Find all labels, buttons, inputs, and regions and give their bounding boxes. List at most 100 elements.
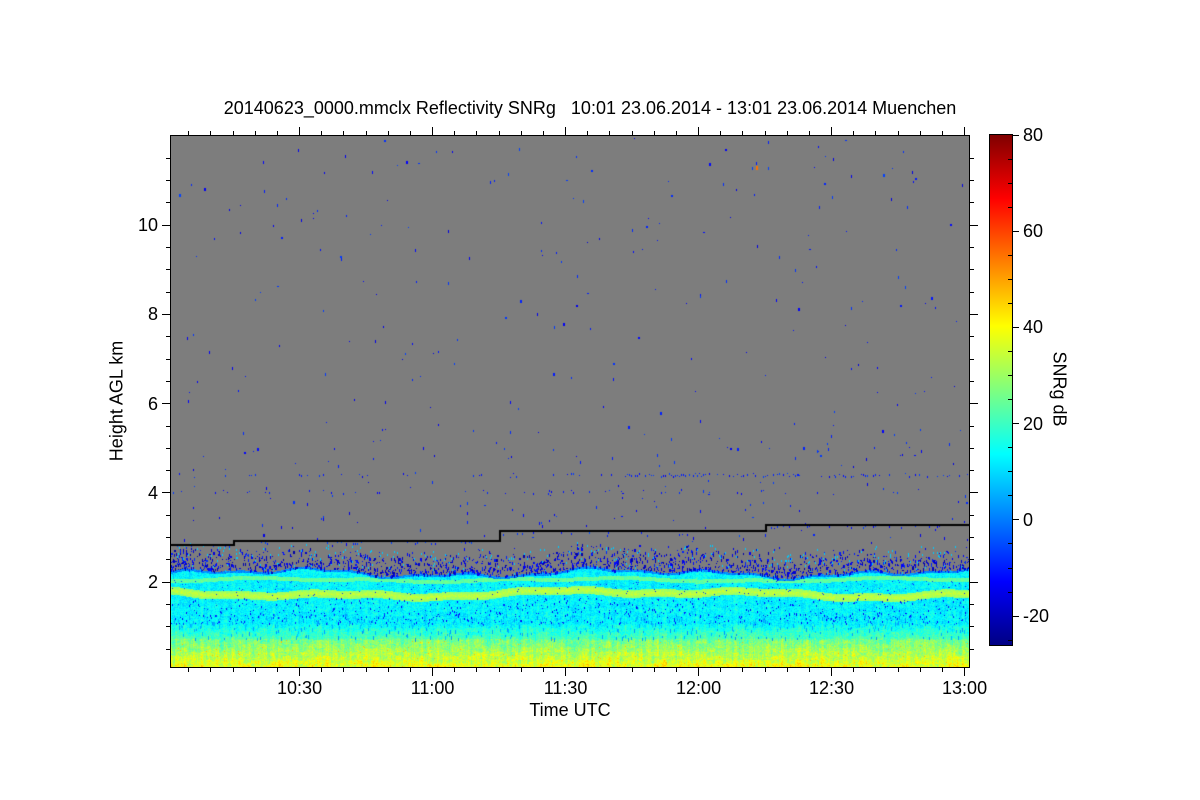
colorbar-tick-label: 20 — [1023, 413, 1044, 434]
y-axis-minor-tick — [166, 626, 170, 628]
y-axis-minor-tick — [166, 380, 170, 382]
x-axis-tick-label: 11:30 — [543, 678, 588, 698]
x-axis-minor-tick — [897, 668, 899, 672]
x-axis-tick-label: 13:00 — [942, 678, 988, 698]
y-axis-right-minor-tick — [970, 626, 974, 628]
y-axis-right-minor-tick — [970, 291, 974, 293]
x-axis-minor-tick — [675, 668, 677, 672]
x-axis-major-tick — [432, 668, 434, 676]
x-axis-major-tick — [299, 668, 301, 676]
x-axis-top-minor-tick — [343, 131, 345, 135]
y-axis-right-major-tick — [970, 313, 978, 315]
x-axis-top-minor-tick — [520, 131, 522, 135]
x-axis-minor-tick — [365, 668, 367, 672]
y-axis-tick-label: 10 — [137, 215, 158, 236]
colorbar-tick-label: 60 — [1023, 221, 1044, 242]
colorbar-major-tick — [1013, 615, 1019, 617]
y-axis-minor-tick — [166, 514, 170, 516]
x-axis-top-minor-tick — [387, 131, 389, 135]
colorbar-minor-tick — [1008, 591, 1012, 593]
x-axis-tick-label: 10:30 — [277, 678, 323, 698]
x-axis-minor-tick — [875, 668, 877, 672]
x-axis-top-minor-tick — [254, 131, 256, 135]
x-axis-minor-tick — [210, 668, 212, 672]
colorbar-major-tick — [1013, 423, 1019, 425]
y-axis-right-minor-tick — [970, 425, 974, 427]
y-axis-major-tick — [162, 224, 170, 226]
x-axis-top-minor-tick — [188, 131, 190, 135]
x-axis-minor-tick — [409, 668, 411, 672]
colorbar — [989, 134, 1013, 646]
y-axis-minor-tick — [166, 447, 170, 449]
x-axis-minor-tick — [764, 668, 766, 672]
x-axis-minor-tick — [941, 668, 943, 672]
x-axis-top-minor-tick — [919, 131, 921, 135]
y-axis-minor-tick — [166, 358, 170, 360]
y-axis-right-major-tick — [970, 224, 978, 226]
y-axis-right-minor-tick — [970, 447, 974, 449]
colorbar-minor-tick — [1008, 254, 1012, 256]
x-axis-minor-tick — [919, 668, 921, 672]
y-axis-minor-tick — [166, 291, 170, 293]
y-axis-right-minor-tick — [970, 247, 974, 249]
x-axis-top-minor-tick — [542, 131, 544, 135]
colorbar-minor-tick — [1008, 206, 1012, 208]
y-axis-tick-label: 2 — [147, 572, 158, 593]
x-axis-minor-tick — [720, 668, 722, 672]
x-axis-minor-tick — [276, 668, 278, 672]
x-axis-top-minor-tick — [675, 131, 677, 135]
y-axis-right-minor-tick — [970, 358, 974, 360]
x-axis-minor-tick — [808, 668, 810, 672]
x-axis-top-minor-tick — [365, 131, 367, 135]
colorbar-minor-tick — [1008, 375, 1012, 377]
x-axis-top-minor-tick — [498, 131, 500, 135]
x-axis-minor-tick — [454, 668, 456, 672]
x-axis-top-minor-tick — [321, 131, 323, 135]
y-axis-minor-tick — [166, 269, 170, 271]
colorbar-tick-label: -20 — [1023, 606, 1050, 627]
y-axis-minor-tick — [166, 537, 170, 539]
x-axis-minor-tick — [498, 668, 500, 672]
colorbar-major-tick — [1013, 134, 1019, 136]
x-axis-minor-tick — [653, 668, 655, 672]
x-axis-top-major-tick — [964, 127, 966, 135]
x-axis-top-minor-tick — [720, 131, 722, 135]
colorbar-minor-tick — [1008, 543, 1012, 545]
y-axis-major-tick — [162, 492, 170, 494]
x-axis-top-major-tick — [565, 127, 567, 135]
x-axis-top-minor-tick — [808, 131, 810, 135]
colorbar-label: SNRg dB — [1049, 351, 1070, 427]
x-axis-top-minor-tick — [587, 131, 589, 135]
colorbar-minor-tick — [1008, 182, 1012, 184]
y-axis-right-minor-tick — [970, 604, 974, 606]
x-axis-minor-tick — [254, 668, 256, 672]
y-axis-right-minor-tick — [970, 537, 974, 539]
y-axis-major-tick — [162, 313, 170, 315]
y-axis-tick-label: 4 — [147, 482, 158, 503]
x-axis-top-minor-tick — [875, 131, 877, 135]
y-axis-right-minor-tick — [970, 336, 974, 338]
y-axis-major-tick — [162, 403, 170, 405]
x-axis-minor-tick — [609, 668, 611, 672]
y-axis-minor-tick — [166, 425, 170, 427]
x-axis-label: Time UTC — [529, 700, 611, 720]
colorbar-minor-tick — [1008, 639, 1012, 641]
x-axis-minor-tick — [542, 668, 544, 672]
x-axis-major-tick — [964, 668, 966, 676]
x-axis-minor-tick — [387, 668, 389, 672]
x-axis-minor-tick — [343, 668, 345, 672]
y-axis-right-minor-tick — [970, 514, 974, 516]
x-axis-minor-tick — [520, 668, 522, 672]
x-axis-top-minor-tick — [653, 131, 655, 135]
x-axis-minor-tick — [786, 668, 788, 672]
y-axis-right-major-tick — [970, 581, 978, 583]
x-axis-top-minor-tick — [941, 131, 943, 135]
x-axis-top-major-tick — [698, 127, 700, 135]
heatmap-canvas — [171, 136, 969, 667]
colorbar-minor-tick — [1008, 495, 1012, 497]
colorbar-minor-tick — [1008, 399, 1012, 401]
x-axis-major-tick — [565, 668, 567, 676]
y-axis-minor-tick — [166, 648, 170, 650]
x-axis-minor-tick — [587, 668, 589, 672]
colorbar-minor-tick — [1008, 471, 1012, 473]
